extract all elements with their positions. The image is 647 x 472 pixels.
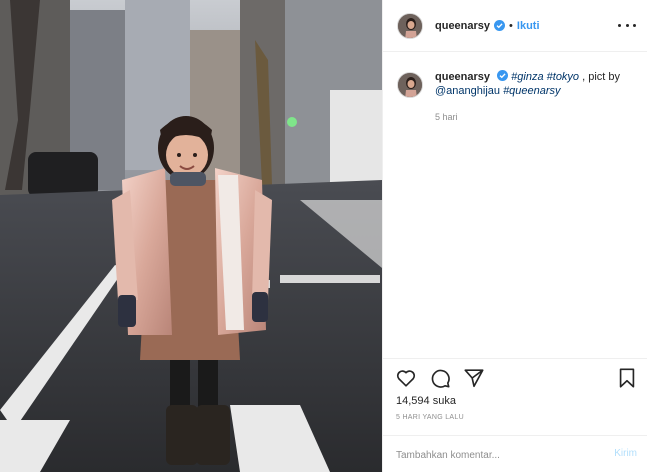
street-photo-image <box>0 0 382 472</box>
caption-text: queenarsy #ginza #tokyo , pict by @anang… <box>435 70 620 98</box>
caption-verified-badge-icon <box>497 70 509 81</box>
hashtag-link[interactable]: #queenarsy <box>503 85 561 97</box>
likes-count[interactable]: 14,594 suka <box>396 395 456 407</box>
avatar[interactable] <box>397 12 423 39</box>
caption-avatar[interactable] <box>397 72 423 98</box>
share-icon[interactable] <box>463 367 485 389</box>
comment-icon[interactable] <box>429 367 451 389</box>
follow-button[interactable]: Ikuti <box>517 20 540 32</box>
action-icon-row <box>395 367 485 389</box>
comment-bar: Kirim <box>383 435 647 472</box>
post-photo[interactable] <box>0 0 382 472</box>
post-header: queenarsy • Ikuti <box>383 0 647 52</box>
post-caption: queenarsy #ginza #tokyo , pict by @anang… <box>397 70 637 98</box>
verified-badge-icon <box>494 20 506 31</box>
hashtag-link[interactable]: #ginza <box>511 71 543 83</box>
mention-link[interactable]: @ananghijau <box>435 85 500 97</box>
header-username[interactable]: queenarsy <box>435 20 490 32</box>
heart-icon[interactable] <box>395 367 417 389</box>
bookmark-icon[interactable] <box>616 367 638 389</box>
post-timestamp: 5 HARI YANG LALU <box>396 414 464 421</box>
hashtag-link[interactable]: #tokyo <box>547 71 579 83</box>
caption-timestamp: 5 hari <box>435 112 458 122</box>
post-side-panel: queenarsy • Ikuti queenarsy #ginza #toky… <box>382 0 647 472</box>
post-comment-button[interactable]: Kirim <box>614 448 637 459</box>
caption-username[interactable]: queenarsy <box>435 71 490 83</box>
more-options-icon[interactable] <box>618 18 636 32</box>
comment-input[interactable] <box>396 446 596 464</box>
caption-text-mid: , pict by <box>579 71 621 83</box>
separator-dot: • <box>509 19 513 32</box>
post-actions: 14,594 suka 5 HARI YANG LALU Kirim <box>383 358 647 472</box>
